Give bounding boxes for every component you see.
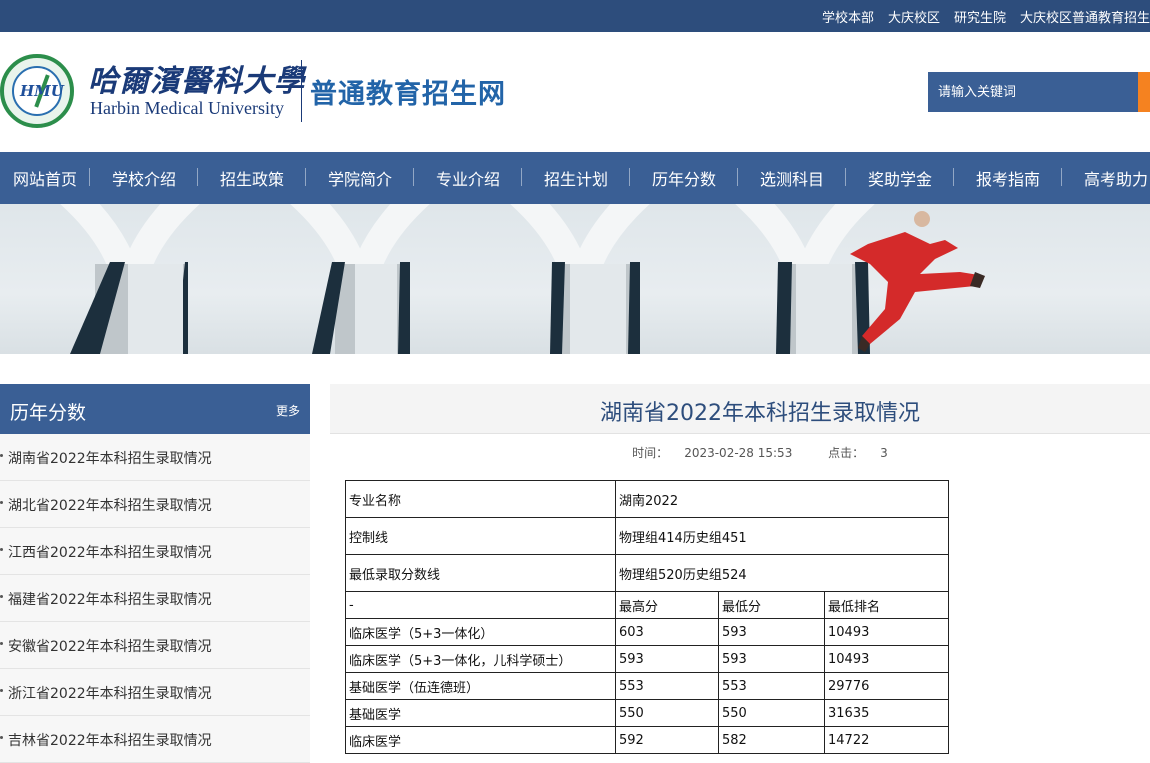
nav-item-application-guide[interactable]: 报考指南 <box>954 166 1062 190</box>
table-cell: 物理组414历史组451 <box>615 517 949 555</box>
table-row: 基础医学（伍连德班） 553 553 29776 <box>345 672 949 700</box>
table-cell: 临床医学（5+3一体化） <box>345 618 616 646</box>
hero-banner <box>0 204 1150 354</box>
sidebar-title: 历年分数 <box>10 402 87 424</box>
column-header: 最高分 <box>615 591 719 619</box>
table-cell: 湖南2022 <box>615 480 949 518</box>
table-cell: 603 <box>615 618 719 646</box>
site-title: 普通教育招生网 <box>310 79 506 110</box>
sidebar-item-hubei-2022[interactable]: 湖北省2022年本科招生录取情况 <box>0 481 310 528</box>
sidebar-item-hunan-2022[interactable]: 湖南省2022年本科招生录取情况 <box>0 434 310 481</box>
sidebar: 历年分数 更多 湖南省2022年本科招生录取情况 湖北省2022年本科招生录取情… <box>0 384 312 763</box>
table-row: 基础医学 550 550 31635 <box>345 699 949 727</box>
click-count: 点击： 3 <box>828 446 888 460</box>
table-cell: 基础医学（伍连德班） <box>345 672 616 700</box>
table-cell: 593 <box>718 618 825 646</box>
table-cell: 592 <box>615 726 719 754</box>
nav-item-admission-policy[interactable]: 招生政策 <box>198 166 306 190</box>
table-row: 临床医学（5+3一体化） 603 593 10493 <box>345 618 949 646</box>
table-row: 临床医学 592 582 14722 <box>345 726 949 754</box>
article-header: 湖南省2022年本科招生录取情况 <box>330 384 1150 434</box>
nav-item-enrollment-plan[interactable]: 招生计划 <box>522 166 630 190</box>
search-input[interactable] <box>928 72 1138 112</box>
nav-item-school-intro[interactable]: 学校介绍 <box>90 166 198 190</box>
top-links: 学校本部 大庆校区 研究生院 大庆校区普通教育招生 <box>808 0 1150 32</box>
table-cell: 物理组520历史组524 <box>615 554 949 592</box>
table-cell: 31635 <box>824 699 949 727</box>
table-header-row: - 最高分 最低分 最低排名 <box>345 591 949 619</box>
more-link[interactable]: 更多 <box>276 402 300 419</box>
nav-item-scholarships[interactable]: 奖助学金 <box>846 166 954 190</box>
nav-item-major-intro[interactable]: 专业介绍 <box>414 166 522 190</box>
table-cell: 14722 <box>824 726 949 754</box>
sidebar-item-zhejiang-2022[interactable]: 浙江省2022年本科招生录取情况 <box>0 669 310 716</box>
logo-divider <box>301 60 302 122</box>
admission-scores-table: 专业名称 湖南2022 控制线 物理组414历史组451 最低录取分数线 物理组… <box>345 480 949 754</box>
article-panel: 湖南省2022年本科招生录取情况 时间： 2023-02-28 15:53 点击：… <box>330 384 1150 754</box>
table-cell: 550 <box>615 699 719 727</box>
table-row: 最低录取分数线 物理组520历史组524 <box>345 554 949 592</box>
sidebar-item-jilin-2022[interactable]: 吉林省2022年本科招生录取情况 <box>0 716 310 763</box>
main-nav: 网站首页 学校介绍 招生政策 学院简介 专业介绍 招生计划 历年分数 选测科目 … <box>0 152 1150 204</box>
table-cell: 临床医学 <box>345 726 616 754</box>
article-meta: 时间： 2023-02-28 15:53 点击： 3 <box>330 444 1150 461</box>
university-emblem-icon[interactable]: HMU <box>0 54 74 128</box>
top-bar: 学校本部 大庆校区 研究生院 大庆校区普通教育招生 <box>0 0 1150 32</box>
sidebar-item-fujian-2022[interactable]: 福建省2022年本科招生录取情况 <box>0 575 310 622</box>
top-link-daqing-admissions[interactable]: 大庆校区普通教育招生 <box>1020 7 1150 26</box>
nav-item-subject-requirements[interactable]: 选测科目 <box>738 166 846 190</box>
nav-item-gaokao-help[interactable]: 高考助力 <box>1062 166 1150 190</box>
table-cell: 593 <box>615 645 719 673</box>
table-row: 专业名称 湖南2022 <box>345 480 949 518</box>
banner-illustration <box>60 204 985 354</box>
table-cell: 10493 <box>824 645 949 673</box>
table-cell: 550 <box>718 699 825 727</box>
top-link-graduate-school[interactable]: 研究生院 <box>954 7 1006 26</box>
sidebar-item-jiangxi-2022[interactable]: 江西省2022年本科招生录取情况 <box>0 528 310 575</box>
article-title: 湖南省2022年本科招生录取情况 <box>600 401 920 426</box>
column-header: - <box>345 591 616 619</box>
table-cell: 582 <box>718 726 825 754</box>
sidebar-header: 历年分数 更多 <box>0 384 310 434</box>
header: HMU 哈爾濱醫科大學 Harbin Medical University 普通… <box>0 32 1150 152</box>
table-cell: 553 <box>615 672 719 700</box>
table-cell: 553 <box>718 672 825 700</box>
table-cell: 控制线 <box>345 517 616 555</box>
top-link-school-hq[interactable]: 学校本部 <box>822 7 874 26</box>
top-link-daqing-campus[interactable]: 大庆校区 <box>888 7 940 26</box>
table-row: 临床医学（5+3一体化，儿科学硕士） 593 593 10493 <box>345 645 949 673</box>
table-cell: 基础医学 <box>345 699 616 727</box>
search-button[interactable] <box>1138 72 1150 112</box>
table-cell: 593 <box>718 645 825 673</box>
column-header: 最低分 <box>718 591 825 619</box>
sidebar-item-anhui-2022[interactable]: 安徽省2022年本科招生录取情况 <box>0 622 310 669</box>
table-cell: 29776 <box>824 672 949 700</box>
nav-item-home[interactable]: 网站首页 <box>0 166 90 190</box>
table-cell: 10493 <box>824 618 949 646</box>
table-row: 控制线 物理组414历史组451 <box>345 517 949 555</box>
sidebar-list: 湖南省2022年本科招生录取情况 湖北省2022年本科招生录取情况 江西省202… <box>0 434 310 763</box>
search-box <box>928 72 1150 112</box>
table-cell: 专业名称 <box>345 480 616 518</box>
column-header: 最低排名 <box>824 591 949 619</box>
university-name-cn[interactable]: 哈爾濱醫科大學 <box>88 56 305 100</box>
table-cell: 临床医学（5+3一体化，儿科学硕士） <box>345 645 616 673</box>
nav-item-past-scores[interactable]: 历年分数 <box>630 166 738 190</box>
publish-time: 时间： 2023-02-28 15:53 <box>632 446 793 460</box>
nav-item-college-intro[interactable]: 学院简介 <box>306 166 414 190</box>
table-cell: 最低录取分数线 <box>345 554 616 592</box>
university-name-en: Harbin Medical University <box>90 98 284 118</box>
